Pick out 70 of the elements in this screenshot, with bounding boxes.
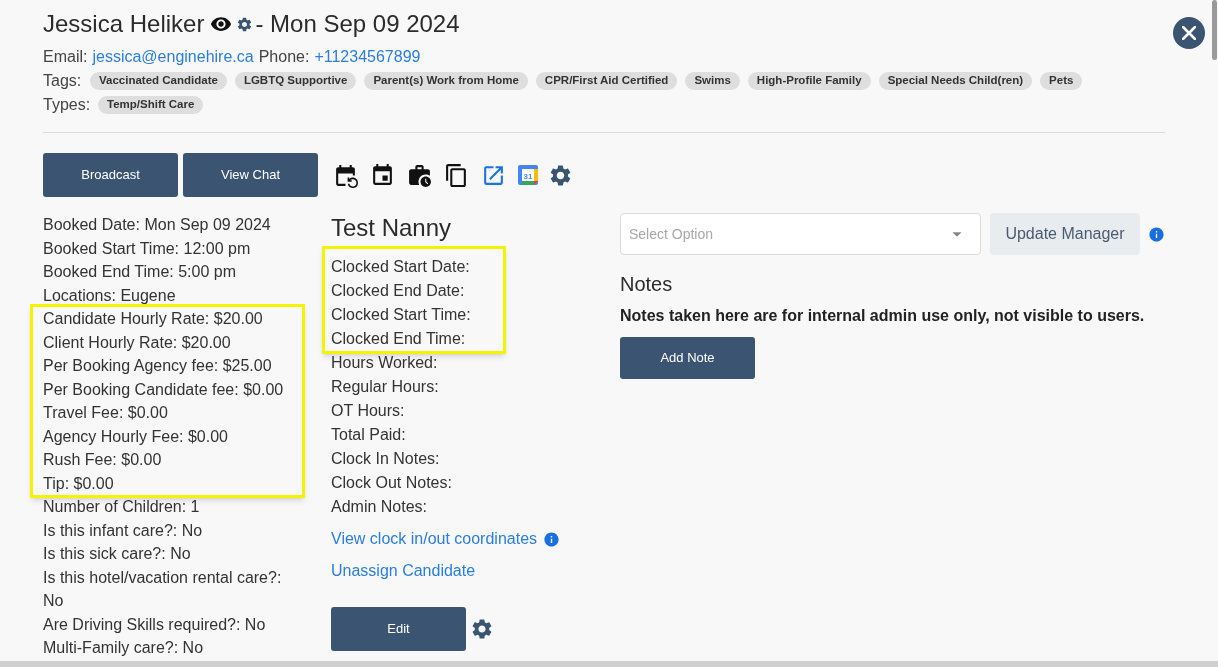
types-label: Types: <box>43 95 92 115</box>
detail-text: Travel Fee: $0.00 <box>43 403 168 423</box>
detail-text: Client Hourly Rate: $20.00 <box>43 332 231 353</box>
detail-text: Clock Out Notes: <box>331 473 452 493</box>
select-field[interactable]: Select Option <box>620 213 981 255</box>
detail-text: Total Paid: <box>331 425 406 445</box>
action-button[interactable]: Broadcast <box>43 153 178 197</box>
detail-text: Clocked Start Date: <box>331 257 470 277</box>
detail-text: Agency Hourly Fee: $0.00 <box>43 426 228 447</box>
update-manager-button[interactable]: Update Manager <box>990 213 1140 255</box>
close-icon <box>1182 26 1196 40</box>
detail-text: Regular Hours: <box>331 377 439 397</box>
briefcase-clock-icon[interactable] <box>407 162 432 188</box>
detail-text: Admin Notes: <box>331 497 428 517</box>
tag-chip: Special Needs Child(ren) <box>878 72 1033 90</box>
detail-text: Per Booking Agency fee: $25.00 <box>43 356 272 376</box>
notes-heading: Notes <box>620 272 673 297</box>
detail-text: Is this infant care?: No <box>43 520 203 541</box>
type-chip: Temp/Shift Care <box>98 96 204 114</box>
tags-label: Tags: <box>43 71 83 91</box>
detail-text: Is this sick care?: No <box>43 544 191 564</box>
detail-text: Clock In Notes: <box>331 449 440 469</box>
text-link[interactable]: View clock in/out coordinates <box>331 527 538 551</box>
detail-text: Clocked End Date: <box>331 281 465 301</box>
detail-text: Hours Worked: <box>331 353 438 373</box>
notes-disclaimer: Notes taken here are for internal admin use only, not visible to users. <box>620 306 1145 326</box>
detail-text: Rush Fee: $0.00 <box>43 450 162 470</box>
detail-text: Is this hotel/vacation rental care?: No <box>43 567 283 611</box>
info-icon[interactable] <box>543 530 561 548</box>
close-button[interactable] <box>1173 17 1205 49</box>
action-button[interactable]: View Chat <box>183 153 318 197</box>
detail-text: Clocked End Time: <box>331 329 466 349</box>
copy-icon[interactable] <box>444 162 469 188</box>
text-link[interactable]: Unassign Candidate <box>331 559 476 583</box>
calendar-logo-icon[interactable]: 31 <box>518 165 538 185</box>
detail-text: Booked Start Time: 12:00 pm <box>43 238 251 259</box>
detail-text: Tip: $0.00 <box>43 473 114 494</box>
detail-text: Number of Children: 1 <box>43 497 200 517</box>
tag-chip: Parent(s) Work from Home <box>364 72 528 90</box>
settings-icon[interactable] <box>470 617 494 641</box>
tag-chip: Swims <box>685 72 740 90</box>
email-label: Email: <box>43 47 88 67</box>
scrollbar-track[interactable] <box>0 661 1218 667</box>
detail-text: Are Driving Skills required?: No <box>43 614 266 635</box>
detail-text: Booked Date: Mon Sep 09 2024 <box>43 215 271 235</box>
phone-link[interactable]: +11234567899 <box>314 46 421 68</box>
settings-icon[interactable] <box>236 15 254 33</box>
detail-text: Per Booking Candidate fee: $0.00 <box>43 379 284 400</box>
add-note-button[interactable]: Add Note <box>620 337 755 379</box>
detail-text: Multi-Family care?: No <box>43 638 204 658</box>
detail-text: OT Hours: <box>331 401 405 421</box>
scrollbar-thumb[interactable] <box>1212 0 1217 60</box>
tag-chip: LGBTQ Supportive <box>234 72 357 90</box>
detail-text: Booked End Time: 5:00 pm <box>43 262 236 282</box>
email-link[interactable]: jessica@enginehire.ca <box>92 46 254 68</box>
detail-text: Candidate Hourly Rate: $20.00 <box>43 309 263 329</box>
candidate-name-heading: Test Nanny <box>331 213 452 243</box>
info-icon[interactable] <box>1148 225 1165 243</box>
calendar-refresh-icon[interactable] <box>333 162 358 188</box>
tag-chip: Pets <box>1040 72 1083 90</box>
tag-chip: High-Profile Family <box>747 72 871 90</box>
detail-text: Locations: Eugene <box>43 285 176 306</box>
candidate-name: Jessica Heliker <box>43 9 205 39</box>
calendar-icon[interactable] <box>370 162 395 188</box>
edit-button[interactable]: Edit <box>331 607 466 651</box>
tag-chip: CPR/First Aid Certified <box>535 72 678 90</box>
detail-text: Clocked Start Time: <box>331 305 471 325</box>
phone-label: Phone: <box>258 47 310 67</box>
booking-date-title: - Mon Sep 09 2024 <box>255 9 460 39</box>
tag-chip: Vaccinated Candidate <box>90 72 227 90</box>
